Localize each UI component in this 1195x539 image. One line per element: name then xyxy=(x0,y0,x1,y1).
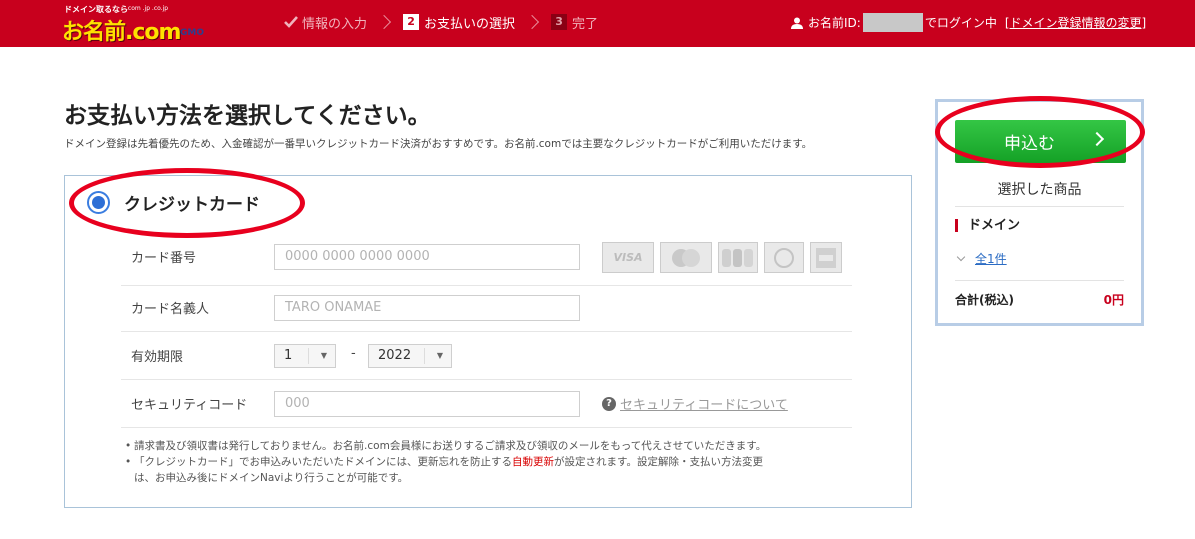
chevron-down-icon xyxy=(956,252,966,262)
logo-tlds: .com .jp .co.jp xyxy=(126,5,169,12)
expiry-year-value: 2022 xyxy=(378,348,412,363)
card-brand-logos: VISA xyxy=(602,242,842,273)
card-holder-label: カード名義人 xyxy=(131,302,210,317)
jcb-icon xyxy=(718,242,758,273)
order-summary: 申込む 選択した商品 ドメイン 全1件 合計(税込) 0円 xyxy=(935,99,1144,326)
expiry-label: 有効期限 xyxy=(131,350,184,365)
step-chevron-icon xyxy=(376,14,392,30)
selected-items-title: 選択した商品 xyxy=(997,182,1082,198)
card-holder-row: カード名義人 TARO ONAMAE xyxy=(121,286,852,332)
security-code-help-link[interactable]: ? セキュリティコードについて xyxy=(602,394,788,413)
step-chevron-icon xyxy=(524,14,540,30)
divider xyxy=(955,206,1124,207)
step-3-number: 3 xyxy=(551,14,568,30)
chevron-right-icon xyxy=(1089,131,1105,147)
expiry-separator: - xyxy=(351,346,356,361)
total-label: 合計(税込) xyxy=(955,293,1014,307)
page-description: ドメイン登録は先着優先のため、入金確認が一番早いクレジットカード決済がおすすめで… xyxy=(64,138,813,150)
item-count-toggle[interactable]: 全1件 xyxy=(956,250,1007,267)
card-number-input[interactable]: 0000 0000 0000 0000 xyxy=(274,244,580,270)
note-item: 「クレジットカード」でお申込みいただいたドメインには、更新忘れを防止する自動更新… xyxy=(125,454,766,486)
user-icon xyxy=(791,17,803,29)
check-icon xyxy=(284,16,298,28)
divider xyxy=(955,280,1124,281)
top-header: ドメイン取るなら .com .jp .co.jp お名前.com GMO 情報の… xyxy=(0,0,1195,47)
step-2-label: お支払いの選択 xyxy=(424,16,516,32)
domain-heading: ドメイン xyxy=(955,219,1020,232)
security-code-help-text: セキュリティコードについて xyxy=(620,398,788,413)
card-number-label: カード番号 xyxy=(131,251,197,266)
logo-name: お名前.com xyxy=(62,20,181,45)
step-2-number: 2 xyxy=(403,14,420,30)
payment-method-credit-card[interactable]: クレジットカード xyxy=(87,190,260,215)
login-status: お名前ID: でログイン中 [ドメイン登録情報の変更] xyxy=(791,13,1146,32)
step-3: 3 完了 xyxy=(551,13,598,32)
payment-notes: 請求書及び領収書は発行しておりません。お名前.com会員様にお送りするご請求及び… xyxy=(125,438,766,486)
visa-icon: VISA xyxy=(602,242,654,273)
mastercard-icon xyxy=(660,242,712,273)
card-holder-input[interactable]: TARO ONAMAE xyxy=(274,295,580,321)
apply-button-label: 申込む xyxy=(1004,134,1055,154)
expiry-month-select[interactable]: 1 ▼ xyxy=(274,344,336,368)
expiry-month-value: 1 xyxy=(284,348,293,363)
progress-steps: 情報の入力 2 お支払いの選択 3 完了 xyxy=(284,12,598,32)
question-icon: ? xyxy=(602,396,616,411)
total-value: 0円 xyxy=(1103,293,1124,307)
step-2: 2 お支払いの選択 xyxy=(403,13,515,32)
item-count-label: 全1件 xyxy=(975,252,1007,266)
payment-method-label: クレジットカード xyxy=(124,195,260,215)
masked-user-id xyxy=(862,13,923,32)
auto-renew-text: 自動更新 xyxy=(512,456,554,468)
security-code-input[interactable]: 000 xyxy=(274,391,580,417)
onamae-logo[interactable]: ドメイン取るなら .com .jp .co.jp お名前.com GMO xyxy=(62,4,222,45)
login-prefix: お名前ID: xyxy=(808,16,861,30)
expiry-row: 有効期限 1 ▼ - 2022 ▼ xyxy=(121,332,852,380)
step-1: 情報の入力 xyxy=(284,13,367,32)
logo-company: GMO xyxy=(180,28,204,38)
diners-club-icon xyxy=(764,242,804,273)
expiry-year-select[interactable]: 2022 ▼ xyxy=(368,344,452,368)
dropdown-arrow-icon: ▼ xyxy=(436,351,443,360)
dropdown-arrow-icon: ▼ xyxy=(320,351,327,360)
login-suffix: でログイン中 xyxy=(924,16,997,30)
step-1-label: 情報の入力 xyxy=(302,16,368,32)
apply-button[interactable]: 申込む xyxy=(955,120,1126,163)
page-title: お支払い方法を選択してください。 xyxy=(64,103,431,129)
credit-card-panel: クレジットカード カード番号 0000 0000 0000 0000 VISA … xyxy=(64,175,912,508)
radio-button[interactable] xyxy=(87,191,110,214)
security-code-label: セキュリティコード xyxy=(131,398,248,413)
amex-icon xyxy=(810,242,842,273)
note-item: 請求書及び領収書は発行しておりません。お名前.com会員様にお送りするご請求及び… xyxy=(125,438,766,454)
change-domain-info-link[interactable]: [ドメイン登録情報の変更] xyxy=(1005,14,1146,31)
total-row: 合計(税込) 0円 xyxy=(955,291,1124,308)
step-3-label: 完了 xyxy=(572,16,599,32)
